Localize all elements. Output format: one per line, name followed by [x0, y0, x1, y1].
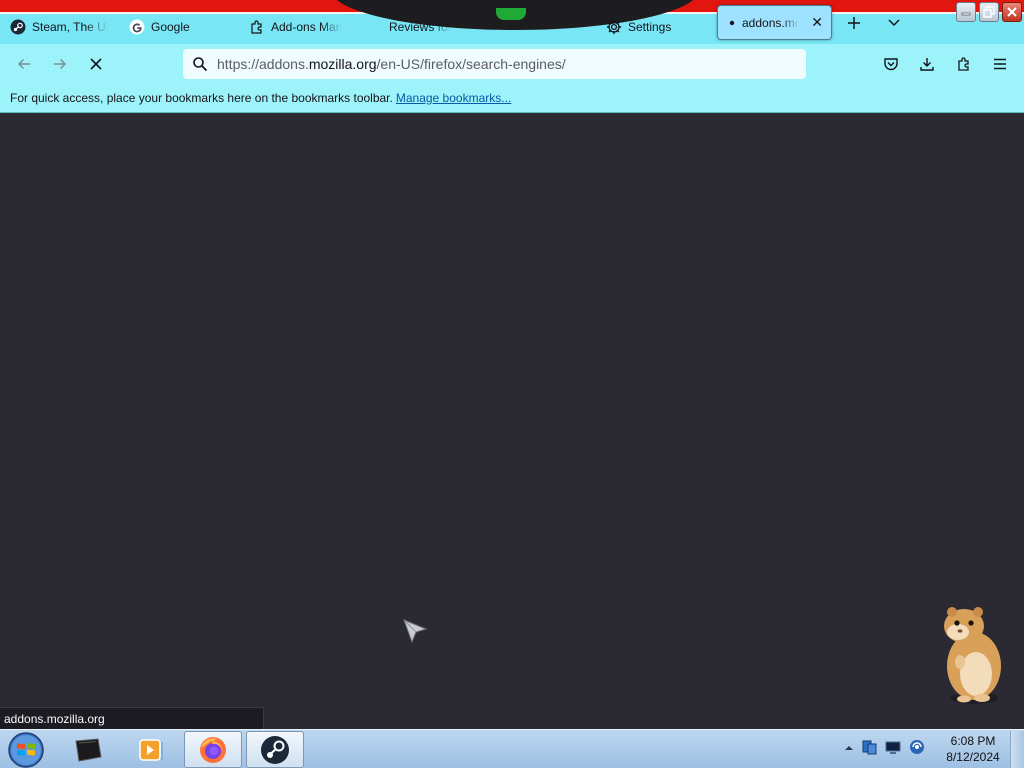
back-button[interactable]	[12, 52, 36, 76]
start-button[interactable]	[6, 731, 46, 768]
google-icon	[129, 19, 145, 35]
downloads-button[interactable]	[915, 52, 939, 76]
search-icon	[191, 55, 209, 73]
new-tab-button[interactable]	[843, 12, 865, 34]
arrow-right-icon	[54, 58, 67, 70]
gear-icon	[606, 19, 622, 35]
windows-start-icon	[8, 732, 44, 768]
show-hidden-icons-button[interactable]	[844, 740, 854, 758]
url-text[interactable]: https://addons.mozilla.org/en-US/firefox…	[217, 56, 566, 72]
steam-icon	[261, 735, 289, 764]
restore-icon	[983, 6, 995, 18]
download-icon	[920, 58, 934, 71]
tab-strip: Steam, The Ul Google Add-ons Man Reviews…	[0, 0, 1024, 44]
tab-label: Reviews for	[389, 20, 451, 34]
tab-label: Add-ons Man	[271, 20, 343, 34]
tab-steam[interactable]: Steam, The Ul	[10, 14, 110, 40]
taskbar-terminal[interactable]	[59, 731, 117, 768]
tab-label: Settings	[628, 20, 672, 34]
clock-date: 8/12/2024	[946, 750, 1000, 764]
manage-bookmarks-link[interactable]: Manage bookmarks...	[396, 91, 511, 105]
show-desktop-button[interactable]	[1010, 731, 1024, 768]
url-domain: mozilla.org	[308, 56, 377, 72]
plus-icon	[848, 17, 860, 29]
puzzle-icon	[958, 57, 969, 71]
monitor-icon[interactable]	[884, 738, 902, 761]
network-icon[interactable]	[860, 738, 878, 761]
stop-icon	[90, 58, 102, 70]
system-tray	[844, 738, 926, 760]
address-bar[interactable]: https://addons.mozilla.org/en-US/firefox…	[183, 49, 806, 79]
status-url: addons.mozilla.org	[4, 711, 105, 726]
stop-loading-button[interactable]	[84, 52, 108, 76]
system-clock[interactable]: 6:08 PM 8/12/2024	[940, 733, 1006, 765]
restore-window-button[interactable]	[979, 2, 999, 22]
pocket-icon	[884, 58, 898, 71]
desktop: Steam, The Ul Google Add-ons Man Reviews…	[0, 0, 1024, 768]
terminal-icon	[75, 737, 102, 762]
link-status-panel: addons.mozilla.org	[0, 707, 264, 729]
minimize-window-button[interactable]	[956, 2, 976, 22]
clock-time: 6:08 PM	[950, 734, 996, 748]
puzzle-icon	[249, 19, 265, 35]
tab-reviews[interactable]: Reviews for	[389, 14, 451, 40]
steam-icon	[10, 19, 26, 35]
page-content[interactable]	[0, 113, 1024, 729]
taskbar: 6:08 PM 8/12/2024	[0, 729, 1024, 768]
extensions-button[interactable]	[952, 52, 976, 76]
taskbar-firefox[interactable]	[184, 731, 242, 768]
loading-dot-icon	[728, 15, 736, 31]
media-player-icon	[139, 738, 163, 761]
bookmarks-toolbar: For quick access, place your bookmarks h…	[0, 84, 1024, 113]
chevron-up-icon	[845, 746, 853, 750]
save-to-pocket-button[interactable]	[879, 52, 903, 76]
mouse-cursor-icon	[401, 617, 429, 650]
tab-addons-mozilla-active[interactable]: addons.mozi ✕	[717, 5, 832, 40]
chevron-down-icon	[888, 19, 900, 27]
hamster-desktop-pet[interactable]	[930, 600, 1010, 715]
list-all-tabs-button[interactable]	[884, 12, 904, 34]
tab-label: Google	[151, 20, 190, 34]
arrow-left-icon	[17, 58, 30, 70]
hamburger-menu-icon	[994, 58, 1006, 70]
forward-button[interactable]	[48, 52, 72, 76]
taskbar-media-player[interactable]	[121, 731, 179, 768]
tab-label: Steam, The Ul	[32, 20, 109, 34]
minimize-icon	[961, 12, 971, 16]
tab-label: addons.mozi	[742, 15, 799, 30]
close-icon	[1007, 7, 1017, 17]
close-window-button[interactable]	[1002, 2, 1022, 22]
tab-add-ons-manager[interactable]: Add-ons Man	[249, 14, 344, 40]
navigation-toolbar: https://addons.mozilla.org/en-US/firefox…	[0, 44, 1024, 84]
language-icon[interactable]	[908, 738, 926, 761]
tab-google[interactable]: Google	[129, 14, 209, 40]
tab-settings[interactable]: Settings	[606, 14, 686, 40]
taskbar-steam[interactable]	[246, 731, 304, 768]
firefox-icon	[200, 736, 226, 763]
open-menu-button[interactable]	[988, 52, 1012, 76]
bookmarks-empty-message: For quick access, place your bookmarks h…	[10, 91, 393, 105]
close-tab-icon[interactable]: ✕	[811, 14, 823, 31]
